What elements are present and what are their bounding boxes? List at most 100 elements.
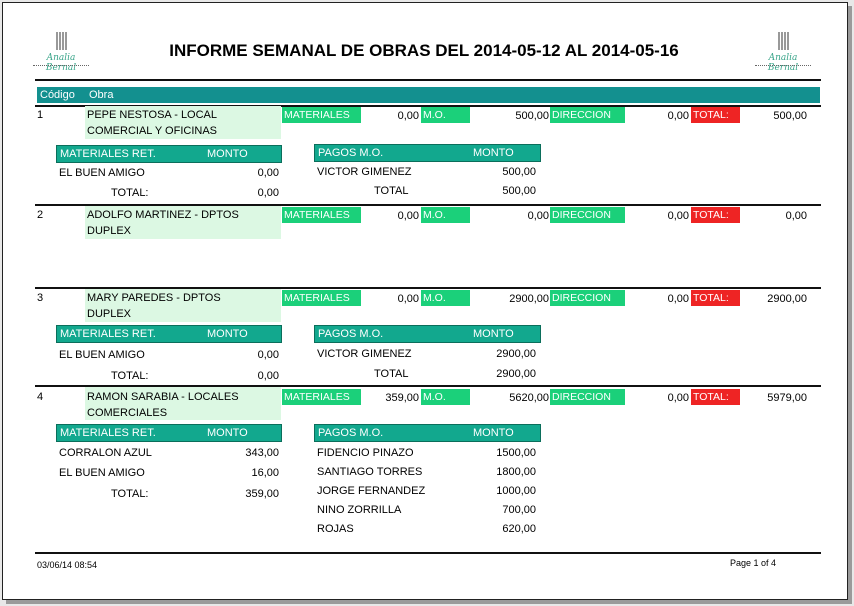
obra-name-line2: DUPLEX bbox=[87, 225, 132, 237]
materiales-total-label: TOTAL: bbox=[111, 187, 149, 199]
materiales-tag: MATERIALES bbox=[282, 389, 361, 405]
direccion-tag: DIRECCION bbox=[550, 207, 625, 223]
materiales-ret-name: CORRALON AZUL bbox=[59, 447, 152, 459]
total-tag: TOTAL: bbox=[691, 290, 740, 306]
materiales-tag: MATERIALES bbox=[282, 207, 361, 223]
direccion-tag: DIRECCION bbox=[550, 290, 625, 306]
materiales-total-value: 0,00 bbox=[257, 370, 279, 382]
column-header-bar: Código Obra bbox=[37, 87, 820, 103]
materiales-tag: MATERIALES bbox=[282, 290, 361, 306]
mo-value: 500,00 bbox=[515, 110, 549, 122]
obra-name-line1: ADOLFO MARTINEZ - DPTOS bbox=[87, 209, 239, 221]
materiales-ret-name: EL BUEN AMIGO bbox=[59, 467, 145, 479]
row-code: 3 bbox=[37, 292, 44, 304]
monto-label: MONTO bbox=[207, 148, 248, 160]
obra-name-line1: PEPE NESTOSA - LOCAL bbox=[87, 109, 218, 121]
row-code: 1 bbox=[37, 109, 44, 121]
pagos-mo-header: PAGOS M.O. MONTO bbox=[314, 424, 541, 442]
pagos-mo-label: PAGOS M.O. bbox=[318, 427, 384, 439]
brand-logo-right: Analia Bernal bbox=[755, 28, 811, 73]
materiales-total-value: 359,00 bbox=[245, 488, 279, 500]
monto-label: MONTO bbox=[473, 328, 514, 340]
report-datetime: 03/06/14 08:54 bbox=[37, 560, 98, 570]
column-obra: Obra bbox=[89, 89, 114, 101]
pagos-total-value: 2900,00 bbox=[496, 368, 536, 380]
pago-monto: 1000,00 bbox=[496, 485, 536, 497]
pago-name: FIDENCIO PINAZO bbox=[317, 447, 414, 459]
direccion-value: 0,00 bbox=[667, 392, 689, 404]
pago-name: ROJAS bbox=[317, 523, 354, 535]
pagos-total-value: 500,00 bbox=[502, 185, 536, 197]
direccion-tag: DIRECCION bbox=[550, 389, 625, 405]
logo-underline bbox=[755, 65, 811, 68]
logo-text: Analia Bernal bbox=[45, 53, 77, 73]
pago-name: JORGE FERNANDEZ bbox=[317, 485, 426, 497]
logo-underline bbox=[33, 65, 89, 68]
row-code: 2 bbox=[37, 209, 44, 221]
materiales-ret-monto: 16,00 bbox=[251, 467, 279, 479]
pago-monto: 500,00 bbox=[502, 166, 536, 178]
pago-monto: 620,00 bbox=[502, 523, 536, 535]
materiales-value: 0,00 bbox=[397, 110, 419, 122]
column-codigo: Código bbox=[40, 89, 75, 101]
monto-label: MONTO bbox=[473, 427, 514, 439]
materiales-ret-label: MATERIALES RET. bbox=[60, 148, 156, 160]
materiales-ret-monto: 0,00 bbox=[257, 349, 279, 361]
mo-tag: M.O. bbox=[421, 207, 470, 223]
materiales-ret-header: MATERIALES RET. MONTO bbox=[56, 424, 282, 442]
mo-tag: M.O. bbox=[421, 290, 470, 306]
materiales-value: 0,00 bbox=[397, 210, 419, 222]
report-title: INFORME SEMANAL DE OBRAS DEL 2014-05-12 … bbox=[169, 41, 679, 60]
materiales-ret-monto: 0,00 bbox=[257, 167, 279, 179]
monto-label: MONTO bbox=[473, 147, 514, 159]
pago-monto: 2900,00 bbox=[496, 348, 536, 360]
report-page: Analia Bernal INFORME SEMANAL DE OBRAS D… bbox=[2, 2, 848, 600]
direccion-value: 0,00 bbox=[667, 210, 689, 222]
pago-monto: 700,00 bbox=[502, 504, 536, 516]
brand-logo-left: Analia Bernal bbox=[33, 28, 89, 73]
logo-text: Analia Bernal bbox=[767, 53, 799, 73]
materiales-ret-header: MATERIALES RET. MONTO bbox=[56, 325, 282, 343]
mo-tag: M.O. bbox=[421, 107, 470, 123]
total-value: 0,00 bbox=[785, 210, 807, 222]
materiales-ret-name: EL BUEN AMIGO bbox=[59, 167, 145, 179]
obra-name-line2: DUPLEX bbox=[87, 308, 132, 320]
materiales-ret-monto: 343,00 bbox=[245, 447, 279, 459]
total-value: 2900,00 bbox=[767, 293, 807, 305]
total-tag: TOTAL: bbox=[691, 107, 740, 123]
page-number: Page 1 of 4 bbox=[730, 558, 777, 568]
obra-name-line1: RAMON SARABIA - LOCALES bbox=[87, 391, 239, 403]
pago-name: NINO ZORRILLA bbox=[317, 504, 402, 516]
mo-value: 2900,00 bbox=[509, 293, 549, 305]
obra-name-line2: COMERCIAL Y OFICINAS bbox=[87, 125, 217, 137]
fork-logo-icon bbox=[778, 32, 789, 50]
materiales-total-value: 0,00 bbox=[257, 187, 279, 199]
direccion-tag: DIRECCION bbox=[550, 107, 625, 123]
direccion-value: 0,00 bbox=[667, 110, 689, 122]
fork-logo-icon bbox=[56, 32, 67, 50]
pago-name: VICTOR GIMENEZ bbox=[317, 166, 412, 178]
mo-tag: M.O. bbox=[421, 389, 470, 405]
obra-name-line1: MARY PAREDES - DPTOS bbox=[87, 292, 221, 304]
materiales-total-label: TOTAL: bbox=[111, 370, 149, 382]
footer-divider bbox=[35, 552, 821, 554]
title-divider bbox=[35, 79, 821, 81]
materiales-tag: MATERIALES bbox=[282, 107, 361, 123]
pago-name: SANTIAGO TORRES bbox=[317, 466, 423, 478]
monto-label: MONTO bbox=[207, 427, 248, 439]
pago-monto: 1800,00 bbox=[496, 466, 536, 478]
mo-value: 0,00 bbox=[527, 210, 549, 222]
total-value: 500,00 bbox=[773, 110, 807, 122]
pagos-mo-header: PAGOS M.O. MONTO bbox=[314, 144, 541, 162]
pagos-mo-header: PAGOS M.O. MONTO bbox=[314, 325, 541, 343]
pagos-total-label: TOTAL bbox=[374, 185, 409, 197]
materiales-ret-header: MATERIALES RET. MONTO bbox=[56, 145, 282, 163]
materiales-value: 359,00 bbox=[385, 392, 419, 404]
materiales-ret-label: MATERIALES RET. bbox=[60, 427, 156, 439]
pagos-mo-label: PAGOS M.O. bbox=[318, 328, 384, 340]
pago-monto: 1500,00 bbox=[496, 447, 536, 459]
total-tag: TOTAL: bbox=[691, 207, 740, 223]
pago-name: VICTOR GIMENEZ bbox=[317, 348, 412, 360]
row-code: 4 bbox=[37, 391, 44, 403]
pagos-total-label: TOTAL bbox=[374, 368, 409, 380]
